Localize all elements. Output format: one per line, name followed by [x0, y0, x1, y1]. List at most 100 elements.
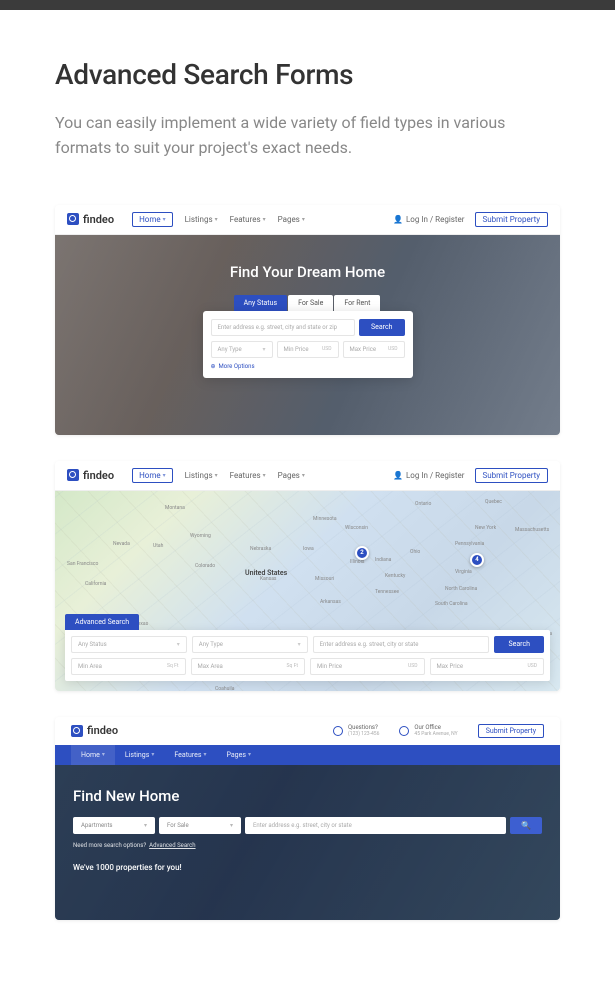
state-label: Missouri	[315, 576, 334, 582]
nav-features[interactable]: Features ▾	[230, 212, 266, 227]
advanced-search-tab[interactable]: Advanced Search	[65, 614, 139, 630]
max-area-input[interactable]: Max AreaSq Ft	[191, 658, 306, 675]
brand-logo[interactable]: findeo	[67, 213, 114, 226]
example-card-dark: findeo Questions?(123) 123-456 Our Offic…	[55, 717, 560, 920]
search-button[interactable]: Search	[359, 319, 405, 336]
brand-logo[interactable]: findeo	[67, 469, 114, 482]
state-label: Quebec	[485, 499, 502, 505]
logo-icon	[67, 469, 79, 481]
top-dark-bar	[0, 0, 615, 10]
status-select[interactable]: Any Status▾	[71, 636, 187, 653]
nav-pages[interactable]: Pages ▾	[278, 212, 305, 227]
submit-property-button[interactable]: Submit Property	[475, 468, 549, 483]
nav-header: findeo Home ▾ Listings ▾ Features ▾ Page…	[55, 205, 560, 235]
login-link[interactable]: 👤Log In / Register	[393, 471, 465, 480]
nav-home[interactable]: Home ▾	[132, 212, 173, 227]
office-block: Our Office45 Park Avenue, NY	[399, 724, 457, 737]
chevron-down-icon: ▾	[203, 751, 206, 758]
chevron-down-icon: ▾	[215, 216, 218, 223]
nav-pages[interactable]: Pages ▾	[278, 468, 305, 483]
state-label: Iowa	[303, 546, 314, 552]
nav-listings[interactable]: Listings ▾	[115, 745, 165, 765]
state-label: Pennsylvania	[455, 541, 484, 547]
max-price-input[interactable]: Max PriceUSD	[343, 341, 405, 358]
chevron-down-icon: ▾	[163, 472, 166, 479]
nav-pages[interactable]: Pages ▾	[217, 745, 261, 765]
nav-features[interactable]: Features ▾	[164, 745, 216, 765]
address-input[interactable]: Enter address e.g. street, city or state	[245, 817, 506, 834]
chevron-down-icon: ▾	[144, 822, 147, 829]
top-header: findeo Questions?(123) 123-456 Our Offic…	[55, 717, 560, 745]
state-label: California	[85, 581, 106, 587]
tab-any-status[interactable]: Any Status	[234, 295, 288, 311]
property-type-select[interactable]: Apartments▾	[73, 817, 155, 834]
chevron-down-icon: ▾	[177, 641, 180, 648]
type-select[interactable]: Any Type▾	[211, 341, 273, 358]
contact-info: Questions?(123) 123-456 Our Office45 Par…	[333, 724, 544, 738]
state-label: North Carolina	[445, 586, 477, 592]
max-price-input[interactable]: Max PriceUSD	[430, 658, 545, 675]
hero-section-dark: Find New Home Apartments▾ For Sale▾ Ente…	[55, 765, 560, 920]
more-options-text: Need more search options? Advanced Searc…	[73, 842, 542, 849]
advanced-search-link[interactable]: Advanced Search	[149, 842, 195, 849]
phone-icon	[333, 726, 343, 736]
hero-section: Find Your Dream Home Any Status For Sale…	[55, 235, 560, 435]
chevron-down-icon: ▾	[302, 472, 305, 479]
status-tabs: Any Status For Sale For Rent	[234, 295, 382, 311]
chevron-down-icon: ▾	[151, 751, 154, 758]
address-input[interactable]: Enter address e.g. street, city or state	[313, 636, 490, 653]
chevron-down-icon: ▾	[248, 751, 251, 758]
state-label: Virginia	[455, 569, 472, 575]
state-label: Colorado	[195, 563, 215, 569]
state-label: Ohio	[410, 549, 420, 555]
nav-listings[interactable]: Listings ▾	[185, 468, 218, 483]
type-select[interactable]: Any Type▾	[192, 636, 308, 653]
state-label: Indiana	[375, 557, 391, 563]
state-label: Kentucky	[385, 573, 405, 579]
main-nav-dark: Home ▾ Listings ▾ Features ▾ Pages ▾	[55, 745, 560, 765]
map-pin[interactable]: 2	[355, 546, 369, 560]
nav-home[interactable]: Home ▾	[71, 745, 115, 765]
state-label: Wyoming	[190, 533, 211, 539]
more-options-link[interactable]: ⊕More Options	[211, 363, 405, 370]
state-label: Nebraska	[250, 546, 271, 552]
nav-listings[interactable]: Listings ▾	[185, 212, 218, 227]
brand-text: findeo	[83, 213, 114, 226]
min-price-input[interactable]: Min PriceUSD	[310, 658, 425, 675]
logo-icon	[67, 213, 79, 225]
map-area[interactable]: United States Montana Wyoming Colorado N…	[55, 491, 560, 691]
chevron-down-icon: ▾	[302, 216, 305, 223]
address-input[interactable]: Enter address e.g. street, city and stat…	[211, 319, 355, 336]
state-label: San Francisco	[67, 561, 98, 567]
page-title: Advanced Search Forms	[55, 58, 560, 91]
tagline: We've 1000 properties for you!	[73, 863, 542, 872]
tab-for-rent[interactable]: For Rent	[334, 295, 380, 311]
chevron-down-icon: ▾	[215, 472, 218, 479]
search-button[interactable]: 🔍	[510, 817, 542, 834]
state-label: Utah	[153, 543, 163, 549]
chevron-down-icon: ▾	[262, 346, 265, 353]
tab-for-sale[interactable]: For Sale	[288, 295, 333, 311]
submit-property-button[interactable]: Submit Property	[475, 212, 549, 227]
location-icon	[399, 726, 409, 736]
brand-text: findeo	[87, 724, 118, 737]
logo-icon	[71, 725, 83, 737]
state-label: Tennessee	[375, 589, 399, 595]
min-area-input[interactable]: Min AreaSq Ft	[71, 658, 186, 675]
brand-logo[interactable]: findeo	[71, 724, 118, 737]
nav-features[interactable]: Features ▾	[230, 468, 266, 483]
hero-heading: Find Your Dream Home	[230, 263, 385, 281]
nav-home[interactable]: Home ▾	[132, 468, 173, 483]
state-label: Minnesota	[313, 516, 337, 522]
submit-property-button[interactable]: Submit Property	[478, 724, 544, 738]
status-select[interactable]: For Sale▾	[159, 817, 241, 834]
min-price-input[interactable]: Min PriceUSD	[277, 341, 339, 358]
search-button[interactable]: Search	[494, 636, 544, 653]
search-row: Apartments▾ For Sale▾ Enter address e.g.…	[73, 817, 542, 834]
main-nav: Home ▾ Listings ▾ Features ▾ Pages ▾	[132, 468, 305, 483]
state-label: Kansas	[260, 576, 277, 582]
map-pin[interactable]: 4	[470, 553, 484, 567]
user-icon: 👤	[393, 471, 403, 480]
login-link[interactable]: 👤Log In / Register	[393, 215, 465, 224]
chevron-down-icon: ▾	[298, 641, 301, 648]
